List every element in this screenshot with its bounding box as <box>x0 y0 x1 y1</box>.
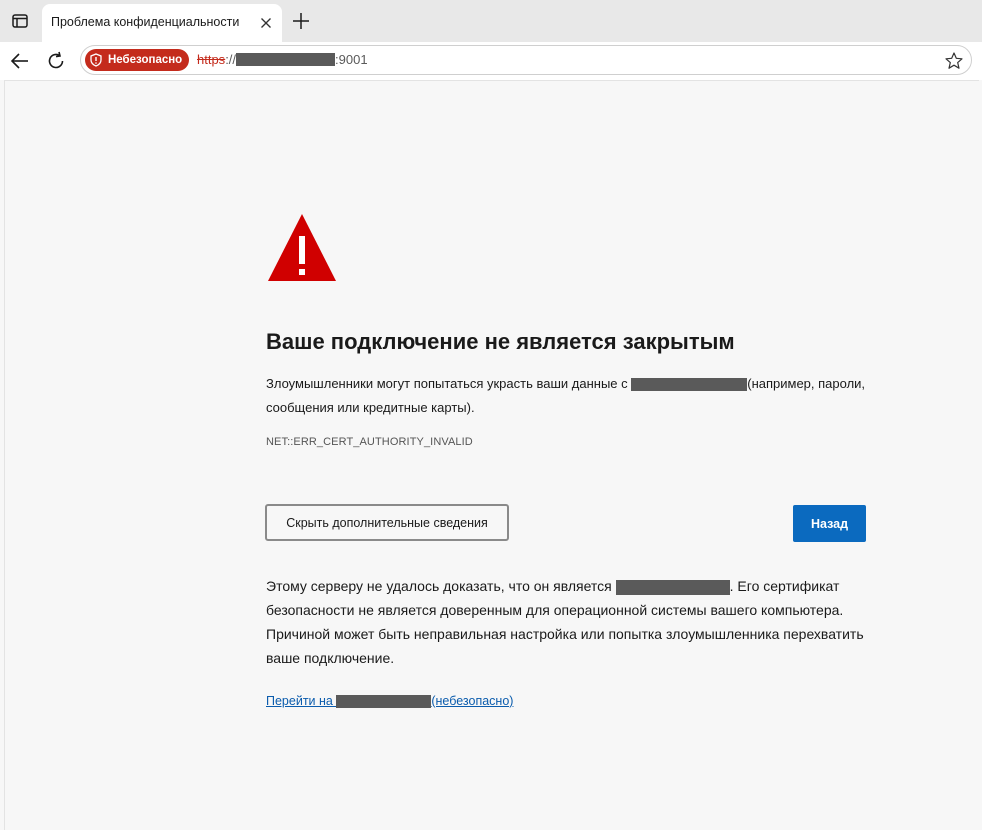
url-text[interactable]: https :// :9001 <box>197 52 368 67</box>
hide-details-button[interactable]: Скрыть дополнительные сведения <box>265 504 509 541</box>
arrow-left-icon[interactable] <box>8 49 32 73</box>
details-part1: Этому серверу не удалось доказать, что о… <box>266 578 616 594</box>
details-text: Этому серверу не удалось доказать, что о… <box>266 574 866 670</box>
redacted-host <box>615 579 730 595</box>
url-scheme-separator: :// <box>225 52 237 67</box>
explanation-text: Злоумышленники могут попытаться украсть … <box>266 372 866 420</box>
url-port: :9001 <box>335 52 368 67</box>
redacted-host <box>236 53 336 66</box>
browser-tab-active[interactable]: Проблема конфиденциальности <box>42 4 282 42</box>
redacted-host <box>631 378 748 392</box>
tab-title: Проблема конфиденциальности <box>51 15 240 29</box>
security-status-button[interactable]: Небезопасно <box>85 49 190 71</box>
shield-warning-icon <box>90 53 102 67</box>
reload-icon[interactable] <box>44 49 68 73</box>
proceed-suffix: (небезопасно) <box>431 694 514 708</box>
redacted-host <box>336 695 432 709</box>
tab-actions-icon[interactable] <box>8 9 32 33</box>
back-button[interactable]: Назад <box>793 505 866 542</box>
browser-toolbar: Небезопасно https :// :9001 <box>0 42 982 80</box>
address-bar[interactable]: Небезопасно https :// :9001 <box>80 45 972 75</box>
explanation-part1: Злоумышленники могут попытаться украсть … <box>266 376 632 391</box>
page-title: Ваше подключение не является закрытым <box>266 329 735 354</box>
plus-icon[interactable] <box>290 10 312 32</box>
proceed-prefix: Перейти на <box>266 694 337 708</box>
security-status-label: Небезопасно <box>108 54 183 66</box>
proceed-unsafe-link[interactable]: Перейти на (небезопасно) <box>266 694 514 709</box>
warning-triangle-icon <box>267 212 337 282</box>
error-code: NET::ERR_CERT_AUTHORITY_INVALID <box>266 436 473 448</box>
url-scheme: https <box>197 52 226 67</box>
close-icon[interactable] <box>257 14 275 32</box>
error-page: Ваше подключение не является закрытым Зл… <box>4 80 979 830</box>
tab-strip: Проблема конфиденциальности <box>0 0 982 42</box>
star-icon[interactable] <box>943 50 965 72</box>
